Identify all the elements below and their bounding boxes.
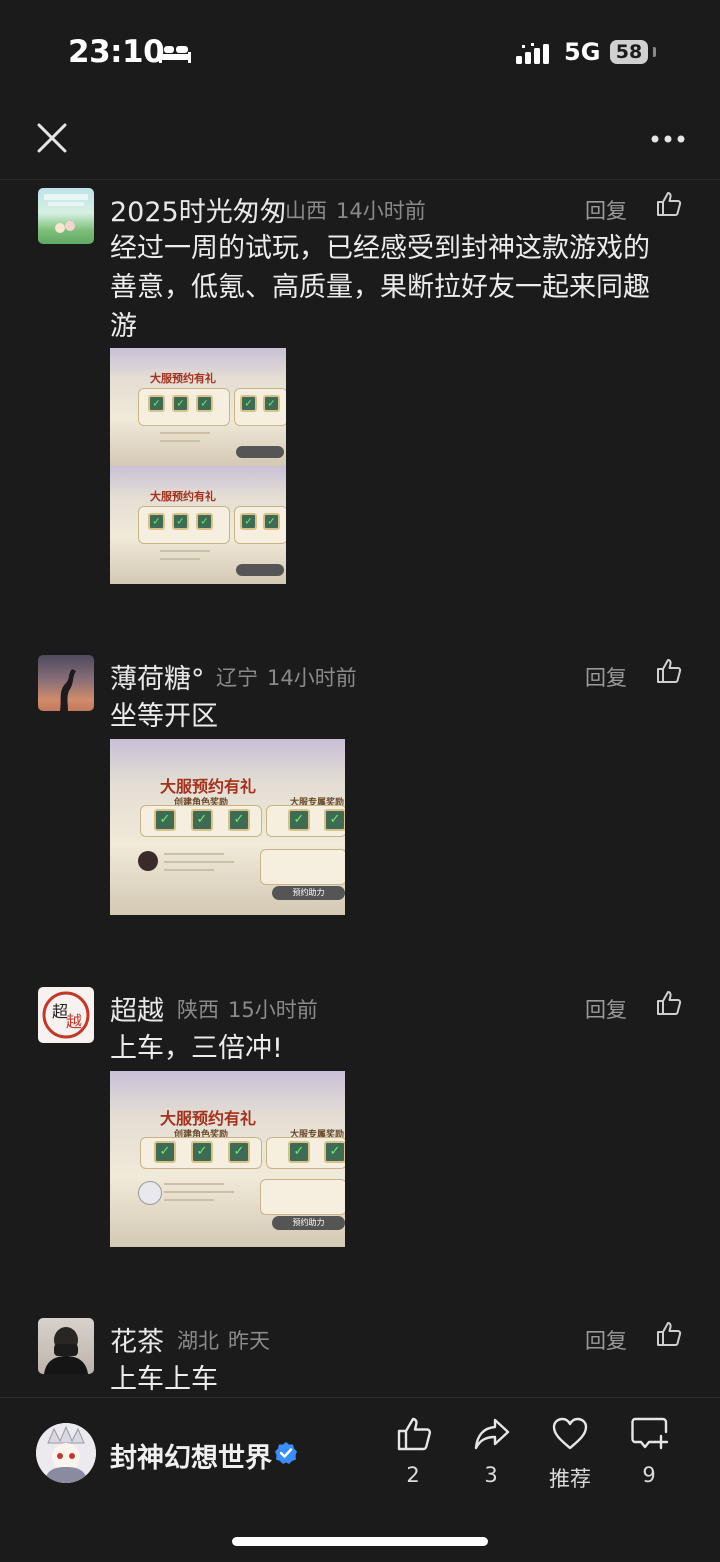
reply-button[interactable]: 回复 (585, 994, 627, 1024)
avatar[interactable] (38, 188, 94, 244)
comment-image[interactable]: 大服预约有礼 创建角色奖励 大服专属奖励 预约助力 (110, 739, 345, 915)
image-button (236, 564, 284, 576)
check-icon (191, 809, 213, 831)
comment-time: 14小时前 (267, 666, 357, 690)
check-icon (172, 513, 189, 530)
check-icon (154, 809, 176, 831)
comment-text: 坐等开区 (110, 701, 218, 732)
comment-text: 上车上车 (110, 1364, 218, 1395)
svg-text:越: 越 (66, 1012, 82, 1031)
image-text-line (164, 1183, 224, 1185)
divider (0, 179, 720, 180)
comment-username[interactable]: 花茶 (110, 1320, 164, 1359)
reply-button[interactable]: 回复 (585, 662, 627, 692)
check-icon (324, 809, 345, 831)
check-icon (148, 395, 165, 412)
check-icon (191, 1141, 213, 1163)
reply-button[interactable]: 回复 (585, 195, 627, 225)
comment-image[interactable]: 大服预约有礼 (110, 466, 286, 584)
bed-icon (158, 42, 192, 68)
check-icon (148, 513, 165, 530)
battery-level: 58 (615, 41, 643, 63)
thumbs-up-icon[interactable] (656, 990, 682, 1020)
game-name[interactable]: 封神幻想世界 (110, 1436, 272, 1475)
image-title: 大服预约有礼 (150, 372, 216, 385)
comment-count: 9 (642, 1463, 656, 1487)
close-icon[interactable] (36, 122, 68, 158)
check-icon (240, 395, 257, 412)
check-icon (228, 1141, 250, 1163)
image-text-line (164, 869, 214, 871)
comment-username[interactable]: 2025时光匆匆 (110, 190, 287, 229)
comment-location: 陕西 (177, 998, 219, 1022)
heart-icon[interactable] (552, 1416, 588, 1456)
check-icon (288, 809, 310, 831)
check-icon (240, 513, 257, 530)
check-icon (263, 513, 280, 530)
reply-button[interactable]: 回复 (585, 1325, 627, 1355)
comment-time: 15小时前 (228, 998, 318, 1022)
avatar[interactable]: 超越 (38, 987, 94, 1043)
share-icon[interactable] (474, 1416, 510, 1456)
character-avatar (138, 1181, 162, 1205)
image-title: 大服预约有礼 (160, 1109, 257, 1128)
comment-username[interactable]: 薄荷糖° (110, 657, 205, 696)
avatar[interactable] (38, 655, 94, 711)
image-text-line (164, 853, 224, 855)
battery-indicator: 58 (610, 40, 648, 64)
comment-image[interactable]: 大服预约有礼 (110, 348, 286, 466)
avatar[interactable] (38, 1318, 94, 1374)
comment-location: 山西 (285, 199, 327, 223)
check-icon (154, 1141, 176, 1163)
character-avatar (138, 851, 158, 871)
comment-time: 昨天 (228, 1329, 270, 1353)
like-count: 2 (406, 1463, 420, 1487)
network-type: 5G (564, 38, 601, 66)
image-text-line (164, 1199, 214, 1201)
check-icon (196, 395, 213, 412)
comment-location: 湖北 (177, 1329, 219, 1353)
check-icon (324, 1141, 345, 1163)
check-icon (288, 1141, 310, 1163)
comment-add-icon[interactable] (631, 1416, 669, 1456)
check-icon (228, 809, 250, 831)
comment-location: 辽宁 (216, 666, 258, 690)
comment-username[interactable]: 超越 (110, 989, 164, 1028)
comment-time: 14小时前 (336, 199, 426, 223)
home-indicator[interactable] (232, 1537, 488, 1546)
image-text-line (164, 861, 234, 863)
check-icon (172, 395, 189, 412)
image-text-line (164, 1191, 234, 1193)
thumbs-up-icon[interactable] (656, 658, 682, 688)
verified-badge-icon (274, 1441, 298, 1469)
thumbs-up-icon[interactable] (656, 191, 682, 221)
check-icon (196, 513, 213, 530)
status-time: 23:10 (68, 34, 165, 70)
signal-icon (516, 43, 554, 69)
check-icon (263, 395, 280, 412)
image-text-line (160, 440, 200, 442)
image-text-line (160, 558, 200, 560)
game-avatar[interactable] (36, 1423, 96, 1483)
comment-text: 经过一周的试玩，已经感受到封神这款游戏的善意，低氪、高质量，果断拉好友一起来同趣… (110, 233, 650, 342)
image-button: 预约助力 (272, 1216, 345, 1230)
image-panel (260, 1179, 345, 1215)
image-button (236, 446, 284, 458)
image-text-line (160, 550, 210, 552)
share-count: 3 (484, 1463, 498, 1487)
recommend-label: 推荐 (549, 1467, 591, 1491)
comment-text: 上车，三倍冲! (110, 1033, 283, 1064)
image-text-line (160, 432, 210, 434)
image-title: 大服预约有礼 (160, 777, 257, 796)
image-title: 大服预约有礼 (150, 490, 216, 503)
thumbs-up-icon[interactable] (656, 1321, 682, 1351)
thumbs-up-icon[interactable] (396, 1416, 432, 1456)
more-options-icon[interactable] (650, 130, 686, 149)
comment-image[interactable]: 大服预约有礼 创建角色奖励 大服专属奖励 预约助力 (110, 1071, 345, 1247)
image-button: 预约助力 (272, 886, 345, 900)
image-panel (260, 849, 345, 885)
battery-tip (653, 47, 656, 57)
